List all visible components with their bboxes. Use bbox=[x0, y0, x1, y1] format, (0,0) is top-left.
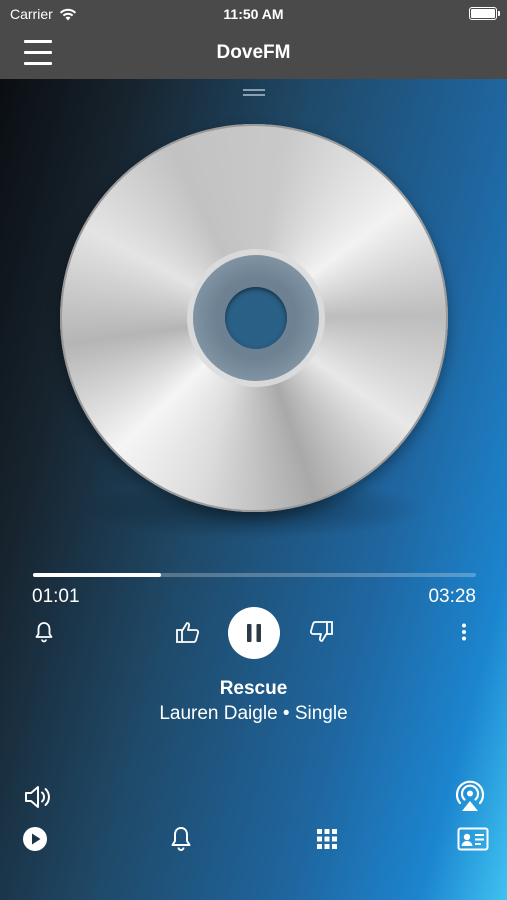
volume-icon[interactable] bbox=[22, 781, 54, 813]
drag-handle[interactable] bbox=[243, 89, 265, 96]
progress-fill bbox=[33, 573, 162, 577]
pause-icon bbox=[247, 624, 261, 642]
contact-card-icon[interactable] bbox=[456, 825, 490, 853]
progress-bar[interactable] bbox=[33, 573, 476, 577]
track-subtitle: Lauren Daigle • Single bbox=[159, 703, 348, 724]
album-art-cd bbox=[60, 124, 448, 512]
pause-button[interactable] bbox=[228, 607, 280, 659]
total-time: 03:28 bbox=[428, 586, 476, 607]
track-title: Rescue bbox=[219, 678, 288, 699]
nav-bar: DoveFM bbox=[0, 28, 507, 79]
airplay-icon[interactable] bbox=[453, 779, 487, 813]
more-vertical-icon[interactable] bbox=[452, 620, 476, 644]
play-circle-icon[interactable] bbox=[22, 826, 48, 852]
status-bar: Carrier 11:50 AM bbox=[0, 0, 507, 28]
battery-icon bbox=[469, 7, 500, 20]
grid-icon[interactable] bbox=[315, 827, 339, 851]
player-panel: 01:01 03:28 Rescue Lauren Daigle • Singl… bbox=[0, 79, 507, 900]
elapsed-time: 01:01 bbox=[32, 586, 80, 607]
alarm-bell-icon[interactable] bbox=[32, 620, 56, 644]
thumbs-down-icon[interactable] bbox=[307, 618, 335, 646]
bell-icon[interactable] bbox=[167, 825, 195, 853]
status-time: 11:50 AM bbox=[223, 6, 284, 22]
cd-center-hole bbox=[225, 287, 287, 349]
app-title: DoveFM bbox=[216, 42, 291, 63]
thumbs-up-icon[interactable] bbox=[174, 618, 202, 646]
